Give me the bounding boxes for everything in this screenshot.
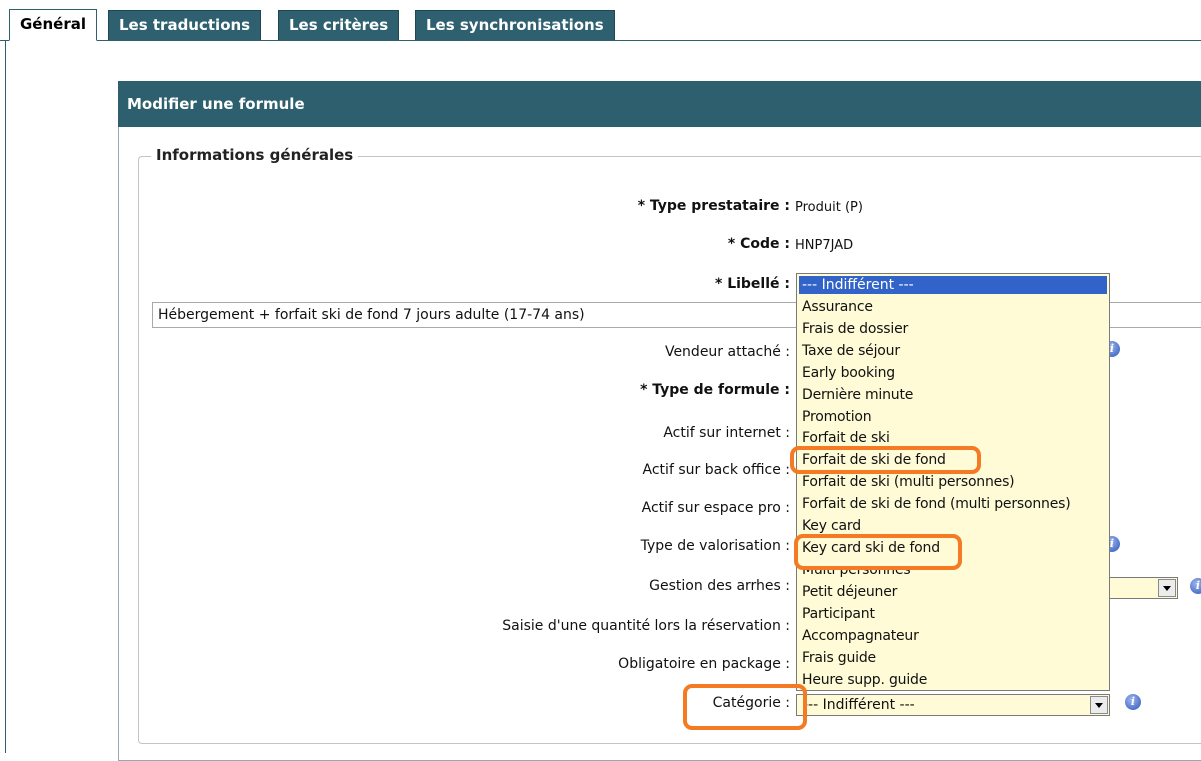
tab-general[interactable]: Général <box>9 9 97 41</box>
panel-border <box>5 40 6 753</box>
dropdown-option[interactable]: Assurance <box>802 299 873 315</box>
dropdown-option[interactable]: Frais de dossier <box>802 321 908 337</box>
dropdown-option[interactable]: Early booking <box>802 365 895 381</box>
dropdown-option[interactable]: Key card <box>802 518 861 534</box>
code-label: * Code : <box>727 236 790 252</box>
dropdown-option[interactable]: Forfait de ski (multi personnes) <box>802 474 1015 490</box>
info-icon[interactable]: i <box>1125 694 1141 710</box>
vendeur-label: Vendeur attaché : <box>664 344 790 360</box>
gestion-arrhes-label: Gestion des arrhes : <box>649 578 790 594</box>
dropdown-option-selected[interactable]: --- Indifférent --- <box>799 276 1107 294</box>
actif-internet-label: Actif sur internet : <box>663 425 790 441</box>
dropdown-option[interactable]: Forfait de ski <box>802 430 890 446</box>
info-icon[interactable]: i <box>1190 578 1201 594</box>
type-prestataire-value: Produit (P) <box>795 200 863 215</box>
fieldset-legend: Informations générales <box>151 146 359 164</box>
dropdown-option[interactable]: Heure supp. guide <box>802 672 927 688</box>
dropdown-option[interactable]: Participant <box>802 606 875 622</box>
dropdown-option[interactable]: Dernière minute <box>802 387 913 403</box>
chevron-down-icon[interactable] <box>1158 579 1176 597</box>
categorie-select-value: --- Indifférent --- <box>803 697 915 713</box>
saisie-quantite-label: Saisie d'une quantité lors la réservatio… <box>502 618 790 634</box>
form-panel-title: Modifier une formule <box>118 81 1201 127</box>
highlight-key-card-ski-de-fond <box>794 534 962 570</box>
code-value: HNP7JAD <box>795 238 854 253</box>
libelle-label: * Libellé : <box>715 276 790 292</box>
dropdown-option[interactable]: Frais guide <box>802 650 876 666</box>
highlight-categorie <box>683 684 807 730</box>
chevron-down-icon[interactable] <box>1090 696 1108 714</box>
actif-espace-pro-label: Actif sur espace pro : <box>641 500 790 516</box>
type-formule-label: * Type de formule : <box>640 382 790 398</box>
dropdown-option[interactable]: Petit déjeuner <box>802 584 897 600</box>
tab-traductions[interactable]: Les traductions <box>108 10 262 40</box>
dropdown-option[interactable]: Taxe de séjour <box>802 343 900 359</box>
gestion-arrhes-select[interactable] <box>1100 577 1178 599</box>
tab-bar-divider <box>0 40 1201 41</box>
type-prestataire-label: * Type prestataire : <box>637 198 790 214</box>
obligatoire-package-label: Obligatoire en package : <box>618 656 790 672</box>
type-valorisation-label: Type de valorisation : <box>640 538 790 554</box>
actif-backoffice-label: Actif sur back office : <box>642 462 790 478</box>
dropdown-option[interactable]: Accompagnateur <box>802 628 919 644</box>
tab-criteres[interactable]: Les critères <box>278 10 400 40</box>
highlight-forfait-ski-de-fond <box>790 446 981 474</box>
dropdown-option[interactable]: Forfait de ski de fond (multi personnes) <box>802 496 1071 512</box>
categorie-select[interactable]: --- Indifférent --- <box>796 694 1110 716</box>
tab-synchronisations[interactable]: Les synchronisations <box>415 10 615 40</box>
dropdown-option[interactable]: Promotion <box>802 409 872 425</box>
